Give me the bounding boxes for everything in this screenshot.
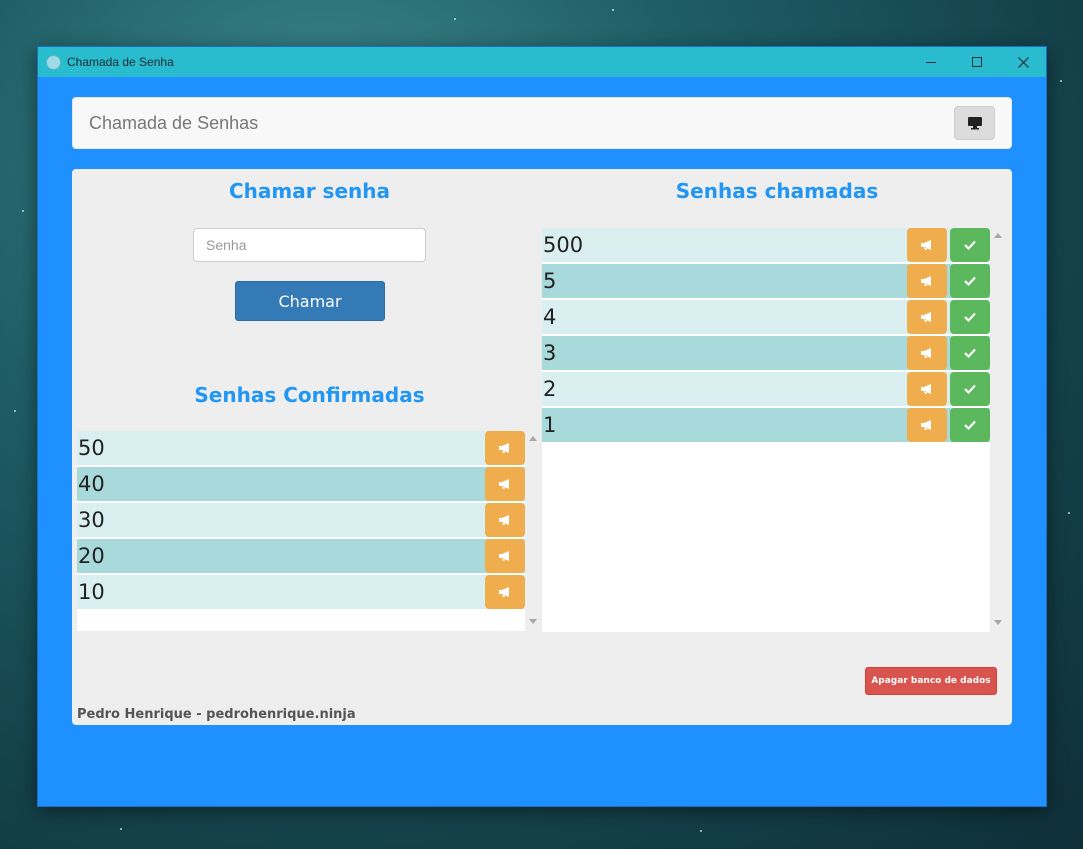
list-item: 30: [77, 503, 525, 537]
called-scrollbar[interactable]: [991, 228, 1005, 632]
recall-button[interactable]: [907, 228, 947, 262]
recall-button[interactable]: [907, 264, 947, 298]
title-bar[interactable]: Chamada de Senha: [38, 47, 1046, 77]
bullhorn-icon: [921, 276, 931, 286]
close-button[interactable]: [1000, 47, 1046, 77]
bullhorn-icon: [499, 551, 509, 561]
bullhorn-icon: [921, 420, 931, 430]
recall-button[interactable]: [485, 431, 525, 465]
list-item: 50: [77, 431, 525, 465]
app-window: Chamada de Senha Chamada de Senhas Chama…: [37, 46, 1047, 807]
check-icon: [964, 276, 976, 286]
bullhorn-icon: [921, 312, 931, 322]
window-title: Chamada de Senha: [67, 55, 174, 69]
monitor-icon: [967, 117, 982, 130]
list-item: 5: [542, 264, 990, 298]
list-item: 10: [77, 575, 525, 609]
confirm-button[interactable]: [950, 264, 990, 298]
list-item: 20: [77, 539, 525, 573]
minimize-button[interactable]: [908, 47, 954, 77]
ticket-number: 2: [543, 377, 557, 401]
display-mode-button[interactable]: [954, 106, 995, 140]
senha-input[interactable]: [193, 228, 426, 262]
list-item: 4: [542, 300, 990, 334]
scroll-up-icon[interactable]: [994, 233, 1002, 238]
close-icon: [1017, 56, 1029, 68]
list-item: 3: [542, 336, 990, 370]
scroll-up-icon[interactable]: [529, 436, 537, 441]
recall-button[interactable]: [907, 408, 947, 442]
confirmed-list[interactable]: 50 40 30 20 10: [77, 431, 525, 631]
confirm-button[interactable]: [950, 372, 990, 406]
check-icon: [964, 420, 976, 430]
bullhorn-icon: [921, 384, 931, 394]
footer-credit: Pedro Henrique - pedrohenrique.ninja: [77, 707, 356, 722]
maximize-icon: [972, 57, 982, 67]
main-panel: Chamar senha Chamar Senhas Confirmadas 5…: [72, 169, 1012, 725]
recall-button[interactable]: [485, 503, 525, 537]
called-heading: Senhas chamadas: [675, 179, 879, 203]
ticket-number: 3: [543, 341, 557, 365]
ticket-number: 500: [543, 233, 584, 257]
recall-button[interactable]: [907, 300, 947, 334]
bullhorn-icon: [499, 587, 509, 597]
bullhorn-icon: [921, 348, 931, 358]
confirm-button[interactable]: [950, 336, 990, 370]
ticket-number: 1: [543, 413, 557, 437]
list-item: 2: [542, 372, 990, 406]
top-navbar: Chamada de Senhas: [72, 97, 1012, 149]
minimize-icon: [926, 61, 936, 63]
bullhorn-icon: [921, 240, 931, 250]
recall-button[interactable]: [907, 372, 947, 406]
list-item: 40: [77, 467, 525, 501]
confirmed-scrollbar[interactable]: [526, 431, 540, 631]
list-item: 1: [542, 408, 990, 442]
check-icon: [964, 348, 976, 358]
scroll-down-icon[interactable]: [529, 619, 537, 624]
called-list[interactable]: 500 5 4 3 2 1: [542, 228, 990, 632]
scroll-down-icon[interactable]: [994, 620, 1002, 625]
navbar-brand[interactable]: Chamada de Senhas: [89, 113, 954, 134]
ticket-number: 5: [543, 269, 557, 293]
recall-button[interactable]: [907, 336, 947, 370]
ticket-number: 4: [543, 305, 557, 329]
call-heading: Chamar senha: [228, 179, 390, 203]
confirm-button[interactable]: [950, 228, 990, 262]
ticket-number: 10: [78, 580, 105, 604]
recall-button[interactable]: [485, 575, 525, 609]
ticket-number: 50: [78, 436, 105, 460]
confirm-button[interactable]: [950, 408, 990, 442]
ticket-number: 30: [78, 508, 105, 532]
call-button[interactable]: Chamar: [235, 281, 385, 321]
delete-database-button[interactable]: Apagar banco de dados: [865, 667, 997, 695]
confirm-button[interactable]: [950, 300, 990, 334]
recall-button[interactable]: [485, 539, 525, 573]
app-icon: [46, 54, 61, 70]
check-icon: [964, 240, 976, 250]
maximize-button[interactable]: [954, 47, 1000, 77]
ticket-number: 40: [78, 472, 105, 496]
ticket-number: 20: [78, 544, 105, 568]
bullhorn-icon: [499, 443, 509, 453]
bullhorn-icon: [499, 515, 509, 525]
confirmed-heading: Senhas Confirmadas: [194, 383, 425, 407]
check-icon: [964, 384, 976, 394]
bullhorn-icon: [499, 479, 509, 489]
list-item: 500: [542, 228, 990, 262]
recall-button[interactable]: [485, 467, 525, 501]
check-icon: [964, 312, 976, 322]
